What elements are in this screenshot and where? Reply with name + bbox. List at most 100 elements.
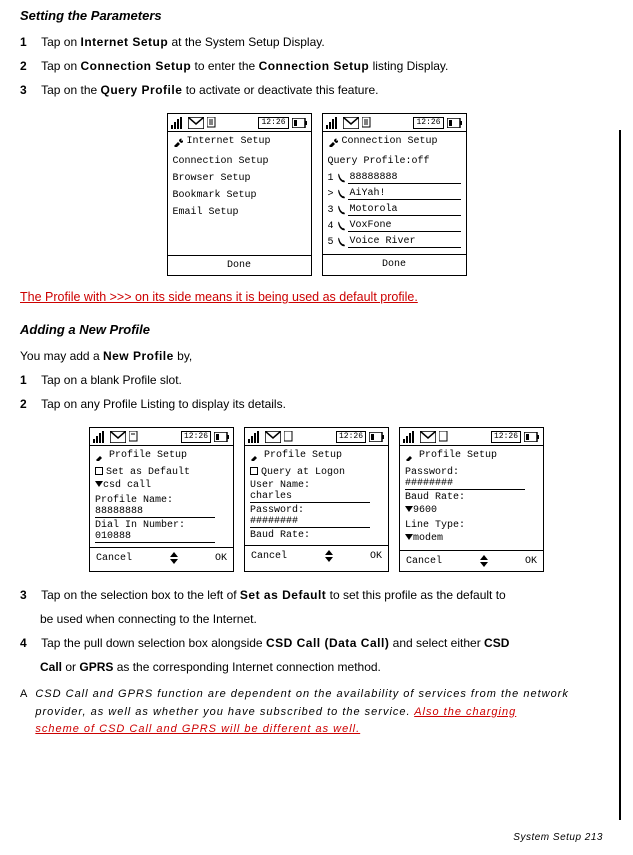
step-num: 3 — [20, 586, 38, 604]
row-val: 88888888 — [348, 172, 461, 184]
bold: CSD Call (Data Call) — [266, 636, 389, 650]
list-row[interactable]: 1 88888888 — [328, 170, 461, 186]
step-num: 2 — [20, 57, 38, 75]
bold: New Profile — [103, 349, 174, 363]
step-4b-cont: Call or GPRS as the corresponding Intern… — [40, 658, 613, 676]
scroll-icon[interactable] — [324, 550, 334, 562]
screen-title-row: Profile Setup — [90, 446, 233, 467]
menu-item[interactable]: Bookmark Setup — [173, 187, 306, 204]
baud-rate-row[interactable]: 9600 — [405, 503, 538, 518]
cancel-button[interactable]: Cancel — [96, 553, 132, 564]
screen-footer: Cancel OK — [245, 545, 388, 566]
step-text: to enter the — [191, 59, 258, 73]
row-val: AiYah! — [348, 188, 461, 200]
note-icon — [207, 117, 217, 129]
dropdown-icon[interactable] — [405, 506, 413, 512]
ok-button[interactable]: OK — [215, 553, 227, 564]
signal-icon — [248, 431, 262, 443]
default-profile-note: The Profile with >>> on its side means i… — [20, 290, 613, 304]
status-bar: 12:26 — [90, 428, 233, 446]
menu-item[interactable]: Connection Setup — [173, 153, 306, 170]
step-text: listing Display. — [369, 59, 448, 73]
menu-item[interactable]: Browser Setup — [173, 170, 306, 187]
text: You may add a — [20, 349, 103, 363]
screen-body: Connection Setup Browser Setup Bookmark … — [168, 153, 311, 255]
screen-body: Password: ######## Baud Rate: 9600 Line … — [400, 467, 543, 550]
set-default-row[interactable]: Set as Default — [95, 467, 228, 478]
battery-icon — [369, 432, 385, 442]
ok-button[interactable]: OK — [525, 556, 537, 567]
signal-icon — [326, 117, 340, 129]
cancel-button[interactable]: Cancel — [406, 556, 442, 567]
screen-body: Query Profile:off 1 88888888 > AiYah! 3Mot… — [323, 153, 466, 254]
cancel-button[interactable]: Cancel — [251, 551, 287, 562]
done-button[interactable]: Done — [227, 260, 251, 271]
label: Dial In Number: — [95, 518, 228, 531]
note-row: A CSD Call and GPRS function are depende… — [20, 686, 613, 739]
row-num: > — [328, 189, 336, 200]
text: or — [62, 660, 79, 674]
dropdown-icon[interactable] — [95, 481, 103, 487]
checkbox-icon[interactable] — [250, 467, 258, 475]
label: Password: — [405, 467, 538, 478]
scroll-icon[interactable] — [169, 552, 179, 564]
step-3b-cont: be used when connecting to the Internet. — [40, 610, 613, 628]
list-row[interactable]: > AiYah! — [328, 186, 461, 202]
tool-icon — [328, 137, 338, 147]
page-footer: System Setup 213 — [513, 832, 603, 843]
bold: Query Profile — [101, 83, 183, 97]
list-row[interactable]: 4VoxFone — [328, 218, 461, 234]
screen-connection-setup: 12:26 Connection Setup Query Profile:off… — [322, 113, 467, 276]
screen-title-row: Internet Setup — [168, 132, 311, 153]
battery-icon — [292, 118, 308, 128]
bold: Set as Default — [240, 588, 326, 602]
label: Query at Logon — [261, 467, 345, 478]
label: Set as Default — [106, 467, 190, 478]
row-val: Voice River — [348, 236, 461, 248]
dropdown-icon[interactable] — [405, 534, 413, 540]
line-type-row[interactable]: modem — [405, 531, 538, 546]
screen-title: Internet Setup — [187, 136, 271, 147]
step-2: 2 Tap on Connection Setup to enter the C… — [20, 57, 613, 75]
step-text: to activate or deactivate this feature. — [182, 83, 378, 97]
bold: Connection Setup — [259, 59, 370, 73]
row-num: 1 — [328, 173, 336, 184]
text: Tap the pull down selection box alongsid… — [41, 636, 266, 650]
step-3: 3 Tap on the Query Profile to activate o… — [20, 81, 613, 99]
scroll-icon[interactable] — [479, 555, 489, 567]
done-button[interactable]: Done — [382, 259, 406, 270]
username-field[interactable]: charles — [250, 491, 370, 503]
checkbox-icon[interactable] — [95, 467, 103, 475]
status-bar: 12:26 — [400, 428, 543, 446]
status-bar: 12:26 — [245, 428, 388, 446]
note-icon — [362, 117, 372, 129]
envelope-icon — [265, 431, 281, 443]
dial-number-field[interactable]: 010888 — [95, 531, 215, 543]
query-profile[interactable]: Query Profile:off — [328, 153, 461, 170]
margin-bar — [619, 130, 621, 820]
step-text: Tap on — [41, 59, 80, 73]
row-val: VoxFone — [348, 220, 461, 232]
list-row[interactable]: 3Motorola — [328, 202, 461, 218]
time: 12:26 — [181, 431, 211, 443]
time: 12:26 — [258, 117, 288, 129]
note-icon — [284, 431, 294, 443]
screen-title: Profile Setup — [419, 450, 497, 461]
section-title-add-profile: Adding a New Profile — [20, 322, 613, 337]
note-line2: provider, as well as whether you have su… — [35, 706, 414, 718]
screen-footer: Cancel OK — [400, 550, 543, 571]
menu-item[interactable]: Email Setup — [173, 204, 306, 221]
step-text: Tap on — [41, 35, 80, 49]
query-logon-row[interactable]: Query at Logon — [250, 467, 383, 478]
bold: Connection Setup — [81, 59, 192, 73]
list-row[interactable]: 5Voice River — [328, 234, 461, 250]
password-field[interactable]: ######## — [250, 516, 370, 528]
screen-title-row: Profile Setup — [400, 446, 543, 467]
csd-call-row[interactable]: csd call — [95, 478, 228, 493]
note-red2: scheme of CSD Call and GPRS will be diff… — [35, 723, 360, 735]
text: by, — [174, 349, 192, 363]
screen-title-row: Profile Setup — [245, 446, 388, 467]
profile-name-field[interactable]: 88888888 — [95, 506, 215, 518]
password-field[interactable]: ######## — [405, 478, 525, 490]
ok-button[interactable]: OK — [370, 551, 382, 562]
